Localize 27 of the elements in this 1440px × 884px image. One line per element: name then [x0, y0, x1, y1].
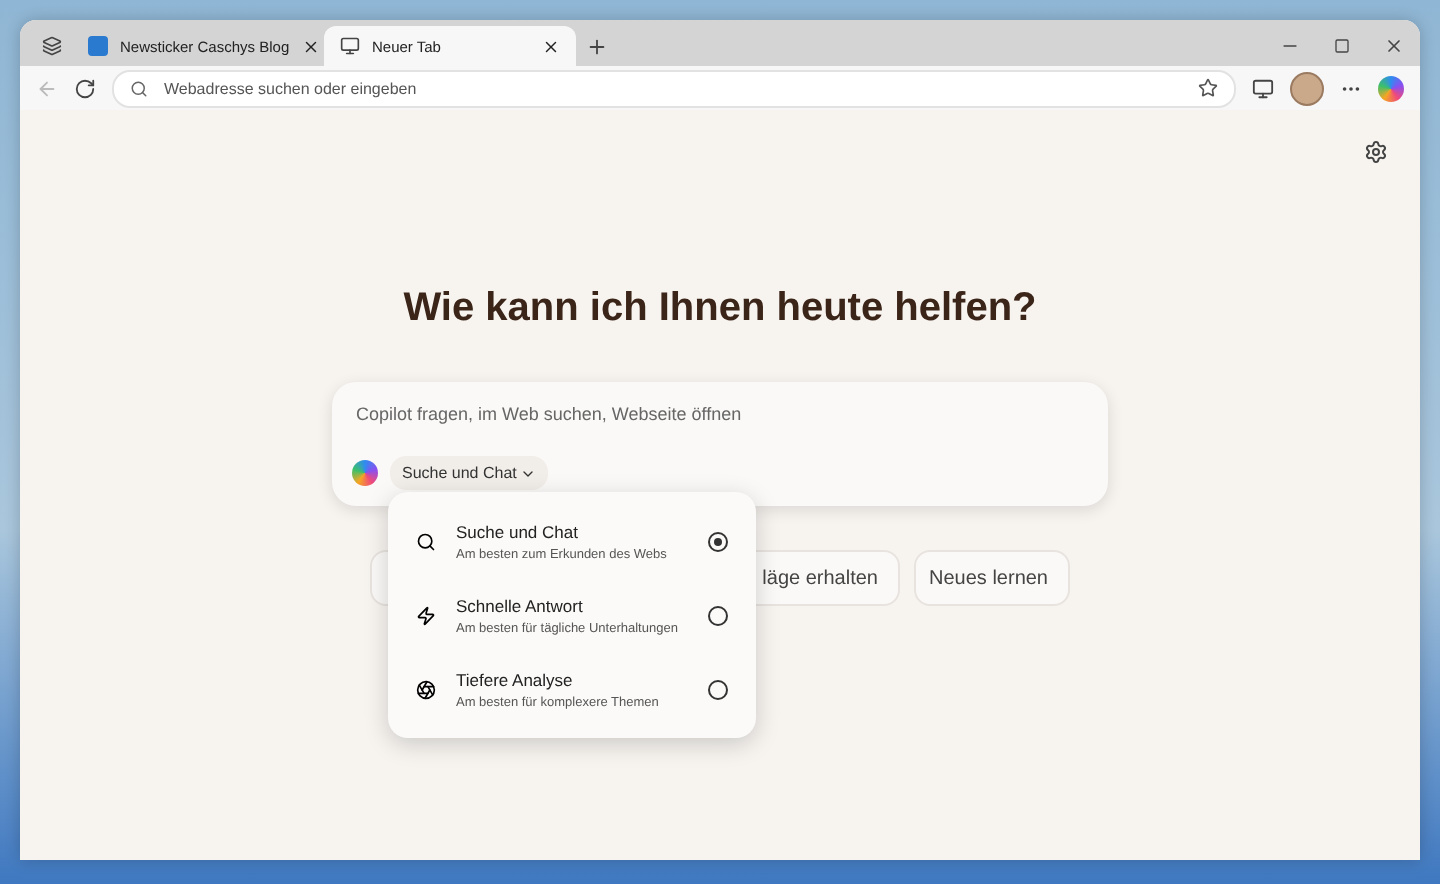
item-title: Tiefere Analyse — [456, 669, 575, 689]
profile-avatar[interactable] — [1290, 71, 1324, 105]
address-placeholder: Webadresse suchen oder eingeben — [164, 79, 419, 97]
mode-dropdown[interactable]: Suche und Chat — [390, 456, 549, 490]
suggestion-chip[interactable]: Neues lernen — [914, 550, 1070, 606]
copilot-logo-icon — [352, 460, 378, 486]
radio-button[interactable] — [708, 531, 728, 551]
reload-icon[interactable] — [74, 77, 96, 99]
tab-page-icon — [340, 36, 360, 56]
lightning-icon — [416, 605, 436, 625]
site-favicon — [88, 36, 108, 56]
monitor-icon[interactable] — [1252, 77, 1274, 99]
favorite-star-icon[interactable] — [1198, 78, 1218, 98]
item-title: Schnelle Antwort — [456, 595, 585, 615]
close-icon[interactable] — [301, 37, 320, 55]
page-heading: Wie kann ich Ihnen heute helfen? — [403, 286, 1037, 332]
close-icon[interactable] — [542, 37, 560, 55]
radio-button[interactable] — [708, 679, 728, 699]
aperture-icon — [416, 679, 436, 699]
search-icon — [416, 531, 436, 551]
settings-icon[interactable] — [1364, 140, 1388, 164]
address-field[interactable]: Webadresse suchen oder eingeben — [112, 69, 1236, 107]
item-title: Suche und Chat — [456, 521, 580, 541]
radio-button[interactable] — [708, 605, 728, 625]
copilot-logo-icon[interactable] — [1378, 75, 1404, 101]
prompt-input[interactable]: Copilot fragen, im Web suchen, Webseite öffnen — [352, 402, 1088, 426]
search-icon — [130, 79, 148, 97]
